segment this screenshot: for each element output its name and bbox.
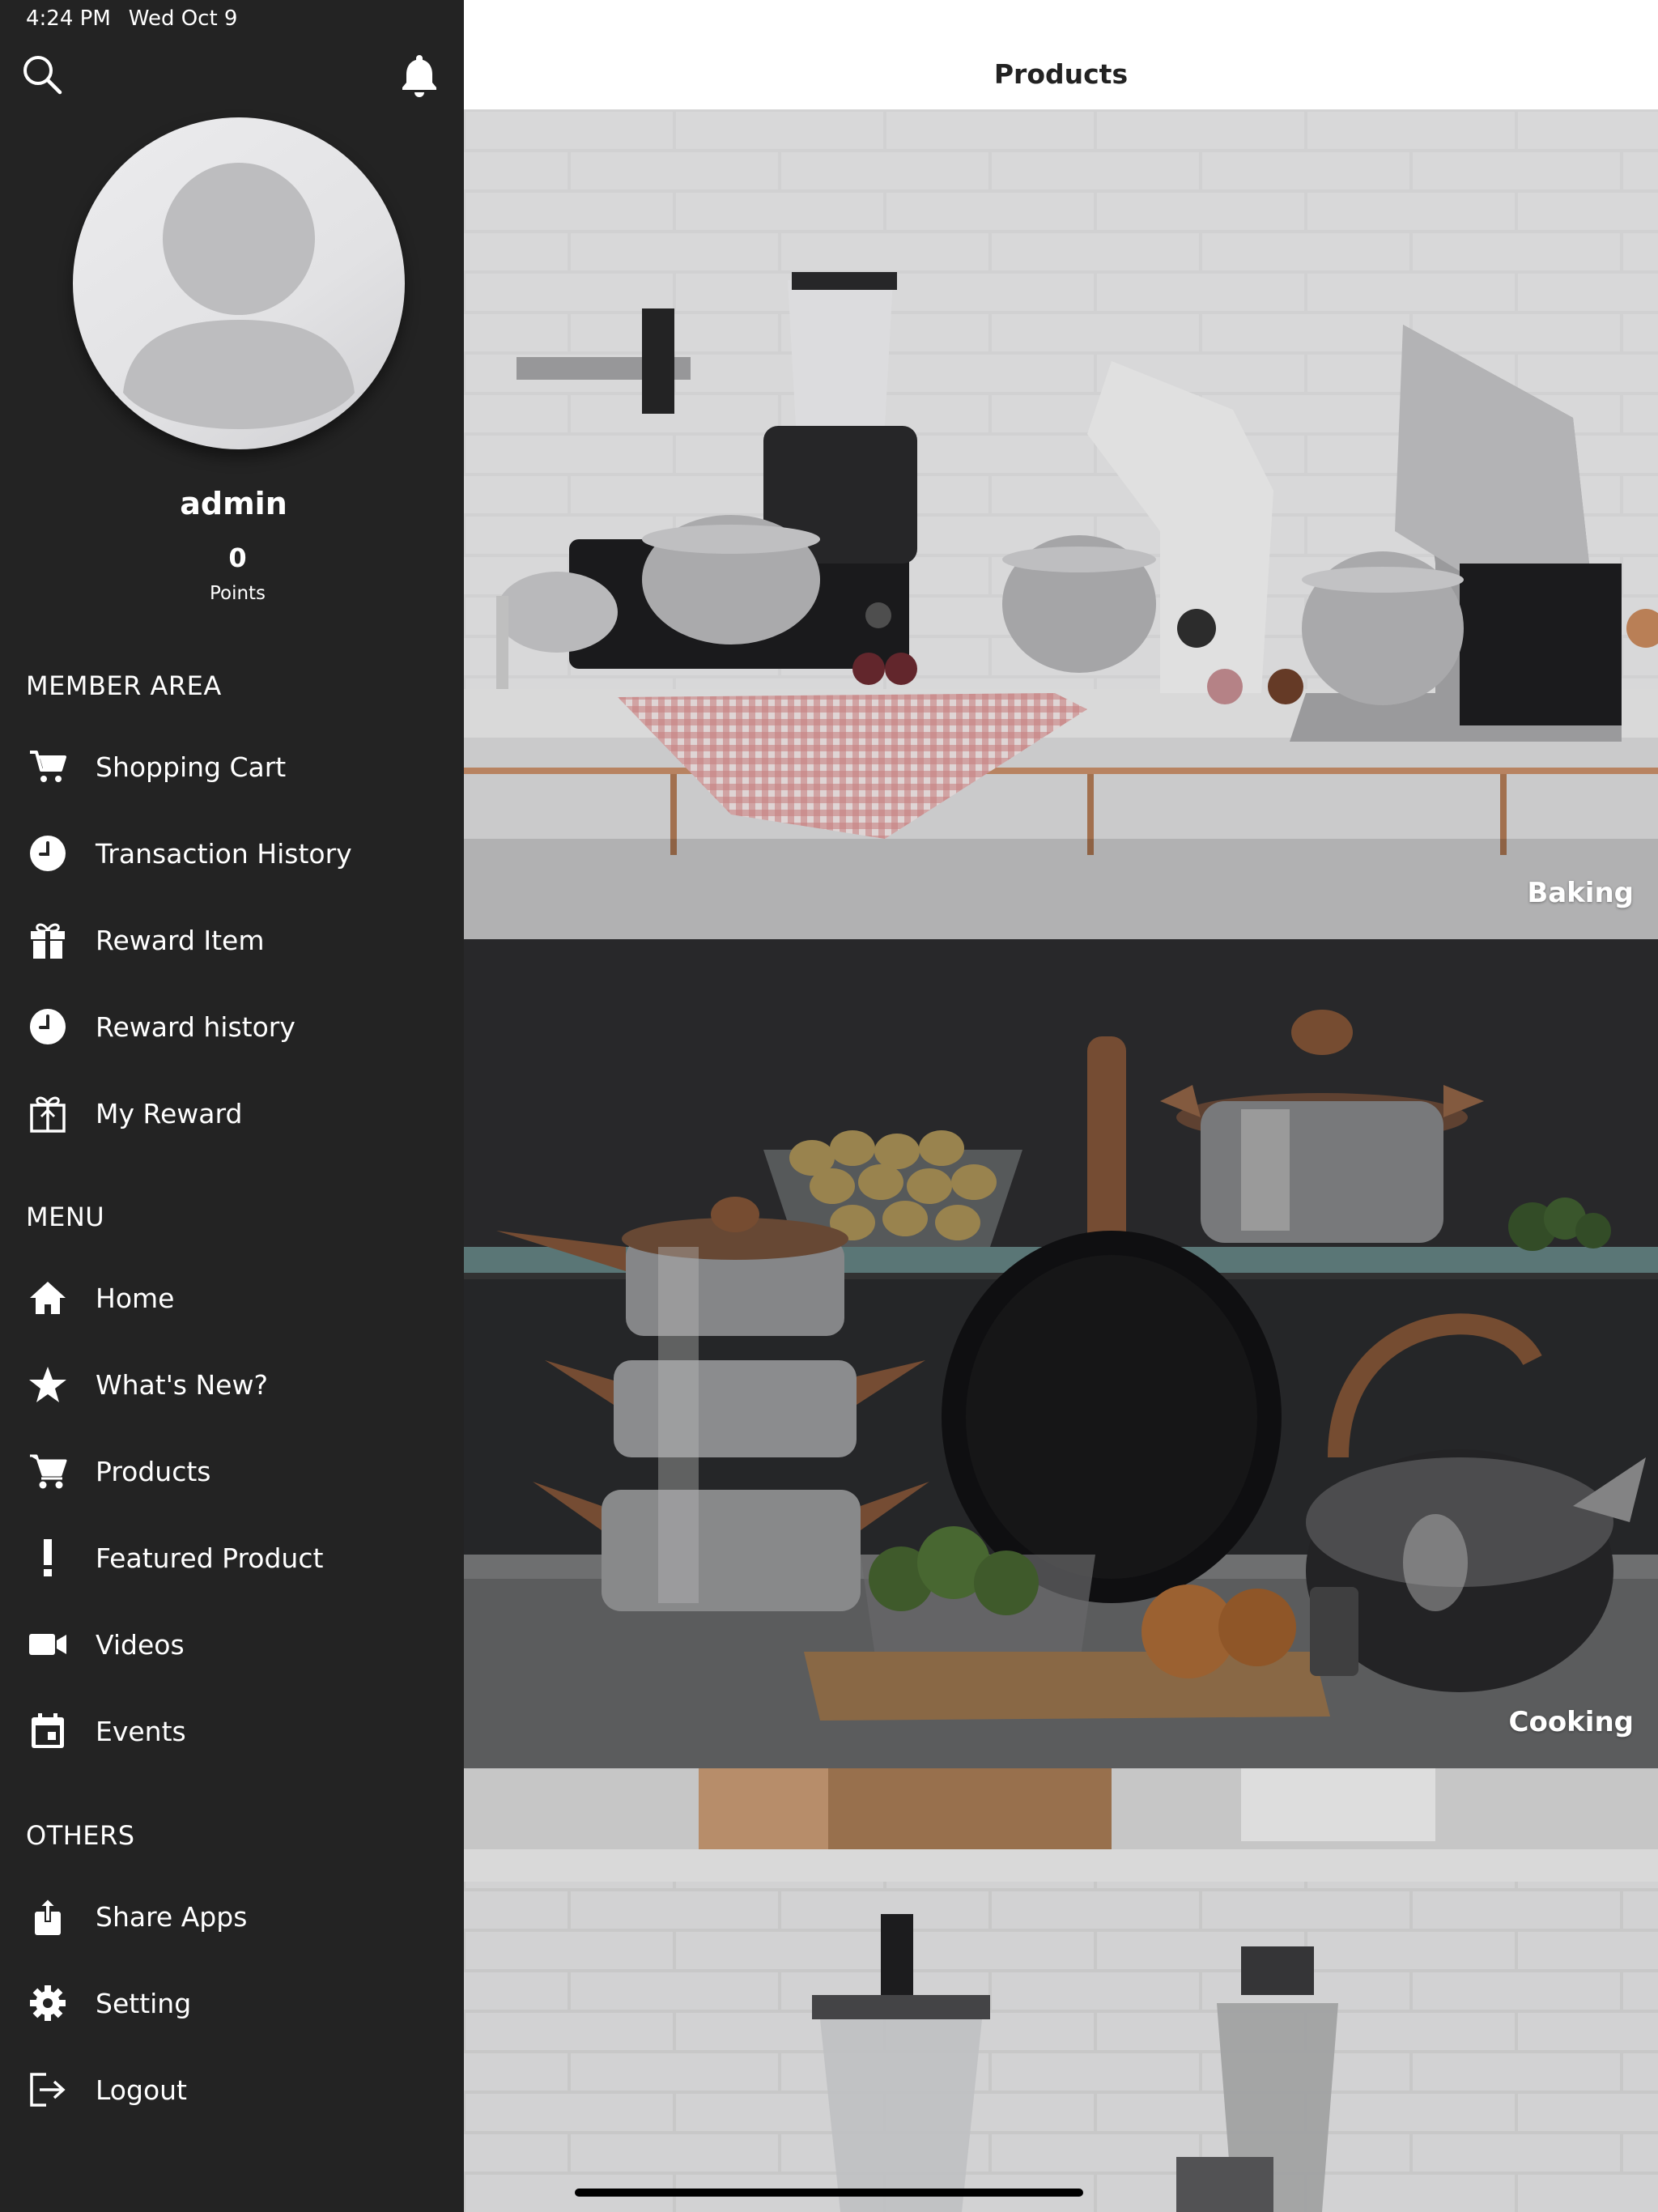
menu-item-label: Reward Item [96,924,265,956]
menu-item-label: Transaction History [96,837,352,870]
bell-icon[interactable] [398,52,440,97]
menu-item-home[interactable]: Home [0,1261,464,1334]
baking-image [464,110,1658,939]
menu-item-label: Setting [96,1987,192,2019]
menu-item-label: My Reward [96,1097,243,1129]
menu-item-label: Share Apps [96,1900,248,1933]
exclamation-icon [28,1538,68,1578]
nav-header: Products [464,0,1658,110]
menu-item-label: What's New? [96,1368,268,1401]
gear-icon [28,1983,68,2023]
menu-item-share-apps[interactable]: Share Apps [0,1880,464,1953]
menu-item-reward-history[interactable]: Reward history [0,990,464,1063]
search-icon[interactable] [21,53,65,97]
category-label: Cooking [1508,1706,1634,1738]
section-member-area: MEMBER AREA [26,670,222,701]
menu-item-logout[interactable]: Logout [0,2053,464,2126]
menu-item-label: Featured Product [96,1542,324,1574]
gift-outline-icon [28,1093,68,1134]
menu-item-reward-item[interactable]: Reward Item [0,904,464,976]
menu-item-label: Reward history [96,1010,295,1043]
home-indicator[interactable] [575,2189,1083,2197]
avatar[interactable] [73,117,405,449]
status-bar: 4:24 PM Wed Oct 9 [26,6,237,31]
calendar-icon [28,1711,68,1751]
user-name: admin [180,486,287,521]
video-camera-icon [28,1624,68,1665]
category-card-cooking[interactable]: Cooking [464,939,1658,1768]
cart-icon [28,747,68,787]
menu-item-products[interactable]: Products [0,1435,464,1508]
cart-icon [28,1451,68,1491]
section-menu: MENU [26,1202,105,1232]
menu-item-label: Shopping Cart [96,751,287,783]
menu-item-label: Videos [96,1628,185,1661]
menu-item-setting[interactable]: Setting [0,1967,464,2040]
menu-item-label: Home [96,1282,175,1314]
products-page: Products Baking Cooking [464,0,1658,2212]
page-title: Products [993,58,1129,90]
category-card-3[interactable] [464,1768,1658,2212]
star-icon [28,1364,68,1405]
clock-icon [28,833,68,874]
menu-item-whats-new[interactable]: What's New? [0,1348,464,1421]
menu-item-featured-product[interactable]: Featured Product [0,1521,464,1594]
share-icon [28,1896,68,1937]
side-menu: 4:24 PM Wed Oct 9 admin 0 Points MEMBER … [0,0,464,2212]
menu-item-events[interactable]: Events [0,1695,464,1767]
section-others: OTHERS [26,1820,135,1851]
category-label: Baking [1527,877,1634,909]
menu-item-shopping-cart[interactable]: Shopping Cart [0,730,464,803]
logout-icon [28,2069,68,2110]
menu-item-label: Events [96,1715,186,1747]
menu-item-videos[interactable]: Videos [0,1608,464,1681]
blender-image [464,1768,1658,2212]
points-value: 0 [228,542,247,573]
points-label: Points [209,583,266,604]
menu-item-label: Logout [96,2074,187,2106]
menu-item-my-reward[interactable]: My Reward [0,1077,464,1150]
cooking-image [464,939,1658,1768]
clock-icon [28,1006,68,1047]
home-icon [28,1278,68,1318]
status-date: Wed Oct 9 [128,6,238,31]
category-card-baking[interactable]: Baking [464,110,1658,939]
menu-item-transaction-history[interactable]: Transaction History [0,817,464,890]
menu-item-label: Products [96,1455,211,1487]
status-time: 4:24 PM [26,6,111,31]
gift-icon [28,920,68,960]
